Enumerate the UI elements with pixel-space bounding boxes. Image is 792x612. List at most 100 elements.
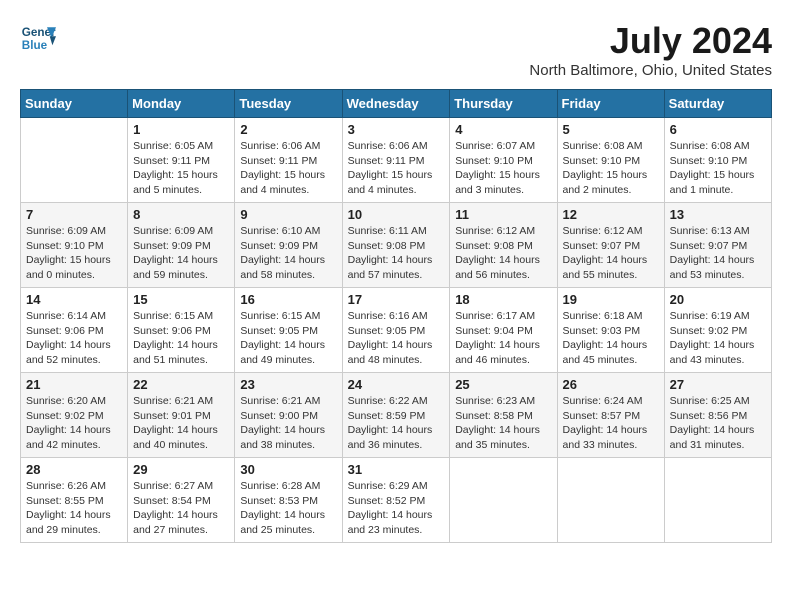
calendar-cell: 12 Sunrise: 6:12 AM Sunset: 9:07 PM Dayli…	[557, 203, 664, 288]
calendar-cell	[664, 458, 771, 543]
cell-sun-info: Sunrise: 6:20 AM Sunset: 9:02 PM Dayligh…	[26, 394, 122, 453]
cell-sun-info: Sunrise: 6:08 AM Sunset: 9:10 PM Dayligh…	[563, 139, 659, 198]
calendar-cell: 21 Sunrise: 6:20 AM Sunset: 9:02 PM Dayli…	[21, 373, 128, 458]
calendar-cell: 7Sunrise: 6:09 AM Sunset: 9:10 PM Daylig…	[21, 203, 128, 288]
day-number: 19	[563, 292, 659, 307]
calendar-header-row: SundayMondayTuesdayWednesdayThursdayFrid…	[21, 90, 772, 118]
cell-sun-info: Sunrise: 6:05 AM Sunset: 9:11 PM Dayligh…	[133, 139, 229, 198]
day-number: 1	[133, 122, 229, 137]
calendar-cell: 26 Sunrise: 6:24 AM Sunset: 8:57 PM Dayli…	[557, 373, 664, 458]
day-number: 22	[133, 377, 229, 392]
cell-sun-info: Sunrise: 6:09 AM Sunset: 9:09 PM Dayligh…	[133, 224, 229, 283]
cell-sun-info: Sunrise: 6:24 AM Sunset: 8:57 PM Dayligh…	[563, 394, 659, 453]
day-number: 6	[670, 122, 766, 137]
day-number: 5	[563, 122, 659, 137]
day-number: 25	[455, 377, 551, 392]
month-year: July 2024	[529, 20, 772, 62]
header-monday: Monday	[128, 90, 235, 118]
cell-sun-info: Sunrise: 6:15 AM Sunset: 9:06 PM Dayligh…	[133, 309, 229, 368]
calendar-cell: 24Sunrise: 6:22 AM Sunset: 8:59 PM Dayli…	[342, 373, 450, 458]
day-number: 12	[563, 207, 659, 222]
header-thursday: Thursday	[450, 90, 557, 118]
day-number: 9	[240, 207, 336, 222]
cell-sun-info: Sunrise: 6:12 AM Sunset: 9:08 PM Dayligh…	[455, 224, 551, 283]
cell-sun-info: Sunrise: 6:06 AM Sunset: 9:11 PM Dayligh…	[240, 139, 336, 198]
cell-sun-info: Sunrise: 6:07 AM Sunset: 9:10 PM Dayligh…	[455, 139, 551, 198]
calendar-cell: 18Sunrise: 6:17 AM Sunset: 9:04 PM Dayli…	[450, 288, 557, 373]
logo: General Blue	[20, 20, 56, 56]
svg-text:Blue: Blue	[22, 39, 48, 52]
cell-sun-info: Sunrise: 6:21 AM Sunset: 9:01 PM Dayligh…	[133, 394, 229, 453]
location: North Baltimore, Ohio, United States	[529, 62, 772, 79]
calendar-cell: 9 Sunrise: 6:10 AM Sunset: 9:09 PM Daylig…	[235, 203, 342, 288]
calendar-cell: 5 Sunrise: 6:08 AM Sunset: 9:10 PM Daylig…	[557, 118, 664, 203]
cell-sun-info: Sunrise: 6:08 AM Sunset: 9:10 PM Dayligh…	[670, 139, 766, 198]
header-saturday: Saturday	[664, 90, 771, 118]
title-block: July 2024 North Baltimore, Ohio, United …	[529, 20, 772, 79]
cell-sun-info: Sunrise: 6:26 AM Sunset: 8:55 PM Dayligh…	[26, 479, 122, 538]
calendar-cell: 10 Sunrise: 6:11 AM Sunset: 9:08 PM Dayli…	[342, 203, 450, 288]
header-sunday: Sunday	[21, 90, 128, 118]
calendar-cell: 8 Sunrise: 6:09 AM Sunset: 9:09 PM Daylig…	[128, 203, 235, 288]
calendar-week-row: 14 Sunrise: 6:14 AM Sunset: 9:06 PM Dayli…	[21, 288, 772, 373]
cell-sun-info: Sunrise: 6:11 AM Sunset: 9:08 PM Dayligh…	[348, 224, 445, 283]
day-number: 10	[348, 207, 445, 222]
day-number: 13	[670, 207, 766, 222]
calendar-cell: 17 Sunrise: 6:16 AM Sunset: 9:05 PM Dayli…	[342, 288, 450, 373]
calendar-cell: 15Sunrise: 6:15 AM Sunset: 9:06 PM Dayli…	[128, 288, 235, 373]
day-number: 3	[348, 122, 445, 137]
calendar-week-row: 7Sunrise: 6:09 AM Sunset: 9:10 PM Daylig…	[21, 203, 772, 288]
day-number: 26	[563, 377, 659, 392]
day-number: 21	[26, 377, 122, 392]
calendar-cell: 2 Sunrise: 6:06 AM Sunset: 9:11 PM Daylig…	[235, 118, 342, 203]
day-number: 7	[26, 207, 122, 222]
day-number: 8	[133, 207, 229, 222]
cell-sun-info: Sunrise: 6:15 AM Sunset: 9:05 PM Dayligh…	[240, 309, 336, 368]
cell-sun-info: Sunrise: 6:13 AM Sunset: 9:07 PM Dayligh…	[670, 224, 766, 283]
cell-sun-info: Sunrise: 6:28 AM Sunset: 8:53 PM Dayligh…	[240, 479, 336, 538]
day-number: 31	[348, 462, 445, 477]
page-header: General Blue July 2024 North Baltimore, …	[20, 20, 772, 79]
calendar-cell: 11 Sunrise: 6:12 AM Sunset: 9:08 PM Dayli…	[450, 203, 557, 288]
cell-sun-info: Sunrise: 6:29 AM Sunset: 8:52 PM Dayligh…	[348, 479, 445, 538]
header-tuesday: Tuesday	[235, 90, 342, 118]
calendar-cell: 6 Sunrise: 6:08 AM Sunset: 9:10 PM Daylig…	[664, 118, 771, 203]
calendar-week-row: 1 Sunrise: 6:05 AM Sunset: 9:11 PM Daylig…	[21, 118, 772, 203]
calendar-cell: 4Sunrise: 6:07 AM Sunset: 9:10 PM Daylig…	[450, 118, 557, 203]
day-number: 20	[670, 292, 766, 307]
day-number: 18	[455, 292, 551, 307]
day-number: 2	[240, 122, 336, 137]
calendar-cell: 19 Sunrise: 6:18 AM Sunset: 9:03 PM Dayli…	[557, 288, 664, 373]
day-number: 30	[240, 462, 336, 477]
cell-sun-info: Sunrise: 6:06 AM Sunset: 9:11 PM Dayligh…	[348, 139, 445, 198]
day-number: 23	[240, 377, 336, 392]
calendar-cell: 20 Sunrise: 6:19 AM Sunset: 9:02 PM Dayli…	[664, 288, 771, 373]
calendar-cell: 25 Sunrise: 6:23 AM Sunset: 8:58 PM Dayli…	[450, 373, 557, 458]
day-number: 16	[240, 292, 336, 307]
logo-icon: General Blue	[20, 20, 56, 56]
day-number: 11	[455, 207, 551, 222]
calendar-cell: 23 Sunrise: 6:21 AM Sunset: 9:00 PM Dayli…	[235, 373, 342, 458]
cell-sun-info: Sunrise: 6:16 AM Sunset: 9:05 PM Dayligh…	[348, 309, 445, 368]
cell-sun-info: Sunrise: 6:14 AM Sunset: 9:06 PM Dayligh…	[26, 309, 122, 368]
cell-sun-info: Sunrise: 6:10 AM Sunset: 9:09 PM Dayligh…	[240, 224, 336, 283]
cell-sun-info: Sunrise: 6:12 AM Sunset: 9:07 PM Dayligh…	[563, 224, 659, 283]
day-number: 28	[26, 462, 122, 477]
day-number: 17	[348, 292, 445, 307]
cell-sun-info: Sunrise: 6:21 AM Sunset: 9:00 PM Dayligh…	[240, 394, 336, 453]
calendar-cell: 16 Sunrise: 6:15 AM Sunset: 9:05 PM Dayli…	[235, 288, 342, 373]
day-number: 24	[348, 377, 445, 392]
cell-sun-info: Sunrise: 6:18 AM Sunset: 9:03 PM Dayligh…	[563, 309, 659, 368]
day-number: 29	[133, 462, 229, 477]
calendar-cell: 22 Sunrise: 6:21 AM Sunset: 9:01 PM Dayli…	[128, 373, 235, 458]
calendar-cell: 13 Sunrise: 6:13 AM Sunset: 9:07 PM Dayli…	[664, 203, 771, 288]
cell-sun-info: Sunrise: 6:23 AM Sunset: 8:58 PM Dayligh…	[455, 394, 551, 453]
day-number: 14	[26, 292, 122, 307]
calendar-cell: 30 Sunrise: 6:28 AM Sunset: 8:53 PM Dayli…	[235, 458, 342, 543]
day-number: 27	[670, 377, 766, 392]
calendar-cell: 31 Sunrise: 6:29 AM Sunset: 8:52 PM Dayli…	[342, 458, 450, 543]
calendar-cell	[21, 118, 128, 203]
cell-sun-info: Sunrise: 6:19 AM Sunset: 9:02 PM Dayligh…	[670, 309, 766, 368]
calendar-cell: 27Sunrise: 6:25 AM Sunset: 8:56 PM Dayli…	[664, 373, 771, 458]
calendar-cell: 14 Sunrise: 6:14 AM Sunset: 9:06 PM Dayli…	[21, 288, 128, 373]
